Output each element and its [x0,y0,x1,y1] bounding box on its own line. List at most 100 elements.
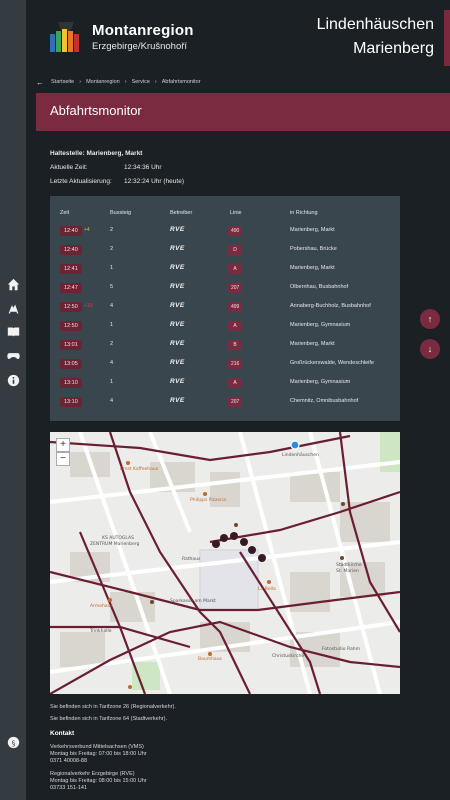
line-badge: 207 [228,397,243,407]
zoom-out-button[interactable]: − [56,452,70,466]
departure-time: 13:10 [60,378,82,388]
paragraph-icon[interactable]: § [5,734,21,750]
rve-phone[interactable]: 03733 151-141 [50,785,176,791]
destination: Marienberg, Markt [290,227,335,233]
gamepad-icon[interactable] [5,347,21,363]
rve-name: Regionalverkehr Erzgebirge (RVE) [50,771,135,777]
breadcrumb-item-current: Abfahrtsmonitor [161,79,201,85]
svg-text:Ernst Kaffeehaus: Ernst Kaffeehaus [120,466,159,472]
brand-title: Montanregion [92,22,194,39]
departure-time: 12:40 [60,245,82,255]
line-badge: A [228,321,242,331]
line-badge: 216 [228,359,243,369]
map-canvas[interactable]: Lindenhäuschen Philipps Pizzeria Ernst K… [50,432,400,694]
home-icon[interactable] [5,276,21,292]
departure-time: 12:41 [60,264,82,274]
current-time-label: Aktuelle Zeit: [50,164,88,171]
brand-subtitle: Erzgebirge/Krušnohoří [92,41,188,52]
departure-row: 13:05 4 RVE 216 Großrückerswalde, Wendes… [50,355,400,373]
line-badge: D [228,245,242,255]
line-badge: 207 [228,283,243,293]
breadcrumb-item-startseite[interactable]: Startseite [51,79,74,85]
destination: Pobershau, Brücke [290,246,337,252]
header-line: Linie [230,210,242,216]
operator-logo: RVE [170,378,185,385]
destination: Marienberg, Markt [290,341,335,347]
tariff-zone-regional: Sie befinden sich in Tarifzone 26 (Regio… [50,704,176,710]
place-name-line2: Marienberg [353,40,434,57]
header-time: Zeit [60,210,70,216]
departure-time: 12:47 [60,283,82,293]
header: Montanregion Erzgebirge/Krušnohoří Linde… [26,0,450,72]
operator-logo: RVE [170,245,185,252]
vms-name: Verkehrsverbund Mittelsachsen (VMS) [50,744,144,750]
line-badge: B [228,340,242,350]
map[interactable]: Lindenhäuschen Philipps Pizzeria Ernst K… [50,432,400,694]
platform: 1 [110,379,114,385]
mining-icon[interactable] [5,300,21,316]
back-arrow-icon[interactable]: ← [36,78,44,87]
destination: Annaberg-Buchholz, Busbahnhof [290,303,371,309]
line-badge: A [228,378,242,388]
platform: 4 [110,360,114,366]
scroll-down-button[interactable]: ↓ [420,339,440,359]
svg-text:Trinkhalle: Trinkhalle [89,628,112,634]
platform: 2 [110,246,114,252]
breadcrumb: ← Startseite › Montanregion › Service › … [36,77,201,87]
book-icon[interactable] [5,323,21,339]
svg-text:Stadtkirche: Stadtkirche [336,562,362,568]
breadcrumb-separator: › [79,79,82,85]
departure-row: 13:01 2 RVE B Marienberg, Markt [50,336,400,354]
platform: 2 [110,227,114,233]
destination: Marienberg, Markt [290,265,335,271]
svg-text:Sparkasse am Markt: Sparkasse am Markt [170,598,216,604]
departure-row: 12:40 2 RVE D Pobershau, Brücke [50,241,400,259]
last-update-value: 12:32:24 Uhr (heute) [124,178,184,185]
delay-badge: +10 [84,303,93,309]
montanregion-logo[interactable] [48,18,84,54]
platform: 4 [110,303,114,309]
breadcrumb-item-montanregion[interactable]: Montanregion [86,79,120,85]
svg-text:Philipps Pizzeria: Philipps Pizzeria [190,497,226,503]
line-badge: A [228,264,242,274]
arrow-up-icon: ↑ [427,314,433,324]
svg-text:Baumhaus: Baumhaus [198,656,223,662]
departure-row: 13:10 4 RVE 207 Chemnitz, Omnibusbahnhof [50,393,400,411]
platform: 5 [110,284,114,290]
departure-time: 12:50 [60,302,82,312]
accent-bar [444,10,450,66]
scroll-up-button[interactable]: ↑ [420,309,440,329]
info-icon[interactable] [5,372,21,388]
svg-text:St. Marien: St. Marien [336,568,359,574]
vms-hours: Montag bis Freitag: 07:00 bis 18:00 Uhr [50,751,147,757]
operator-logo: RVE [170,321,185,328]
line-badge: 499 [228,302,243,312]
destination: Marienberg, Gymnasium [290,322,351,328]
contact-title: Kontakt [50,730,75,737]
departure-row: 12:41 1 RVE A Marienberg, Markt [50,260,400,278]
stop-info: Haltestelle: Marienberg, Markt Aktuelle … [50,150,184,192]
arrow-down-icon: ↓ [427,344,433,354]
departure-time: 12:50 [60,321,82,331]
rve-hours: Montag bis Freitag: 08:00 bis 15:00 Uhr [50,778,147,784]
destination: Olbernhau, Busbahnhof [290,284,349,290]
operator-logo: RVE [170,302,185,309]
header-operator: Betreiber [170,210,193,216]
destination: Großrückerswalde, Wendeschleife [290,360,374,366]
departure-time: 13:01 [60,340,82,350]
vms-phone[interactable]: 0371 40008-88 [50,758,176,764]
svg-text:Fotostudio Rahm: Fotostudio Rahm [322,646,360,652]
last-update-label: Letzte Aktualisierung: [50,178,112,185]
destination: Marienberg, Gymnasium [290,379,351,385]
breadcrumb-item-service[interactable]: Service [132,79,150,85]
title-bar: Abfahrtsmonitor [36,93,450,131]
departure-row: 12:40 +4 2 RVE 490 Marienberg, Markt [50,222,400,240]
departure-time: 12:40 [60,226,82,236]
svg-text:Christuskirche: Christuskirche [272,653,304,659]
stop-name: Haltestelle: Marienberg, Markt [50,150,143,157]
place-name-line1: Lindenhäuschen [316,16,434,33]
breadcrumb-separator: › [154,79,157,85]
zoom-in-button[interactable]: + [56,438,70,452]
header-platform: Bussteig [110,210,132,216]
departure-row: 13:10 1 RVE A Marienberg, Gymnasium [50,374,400,392]
